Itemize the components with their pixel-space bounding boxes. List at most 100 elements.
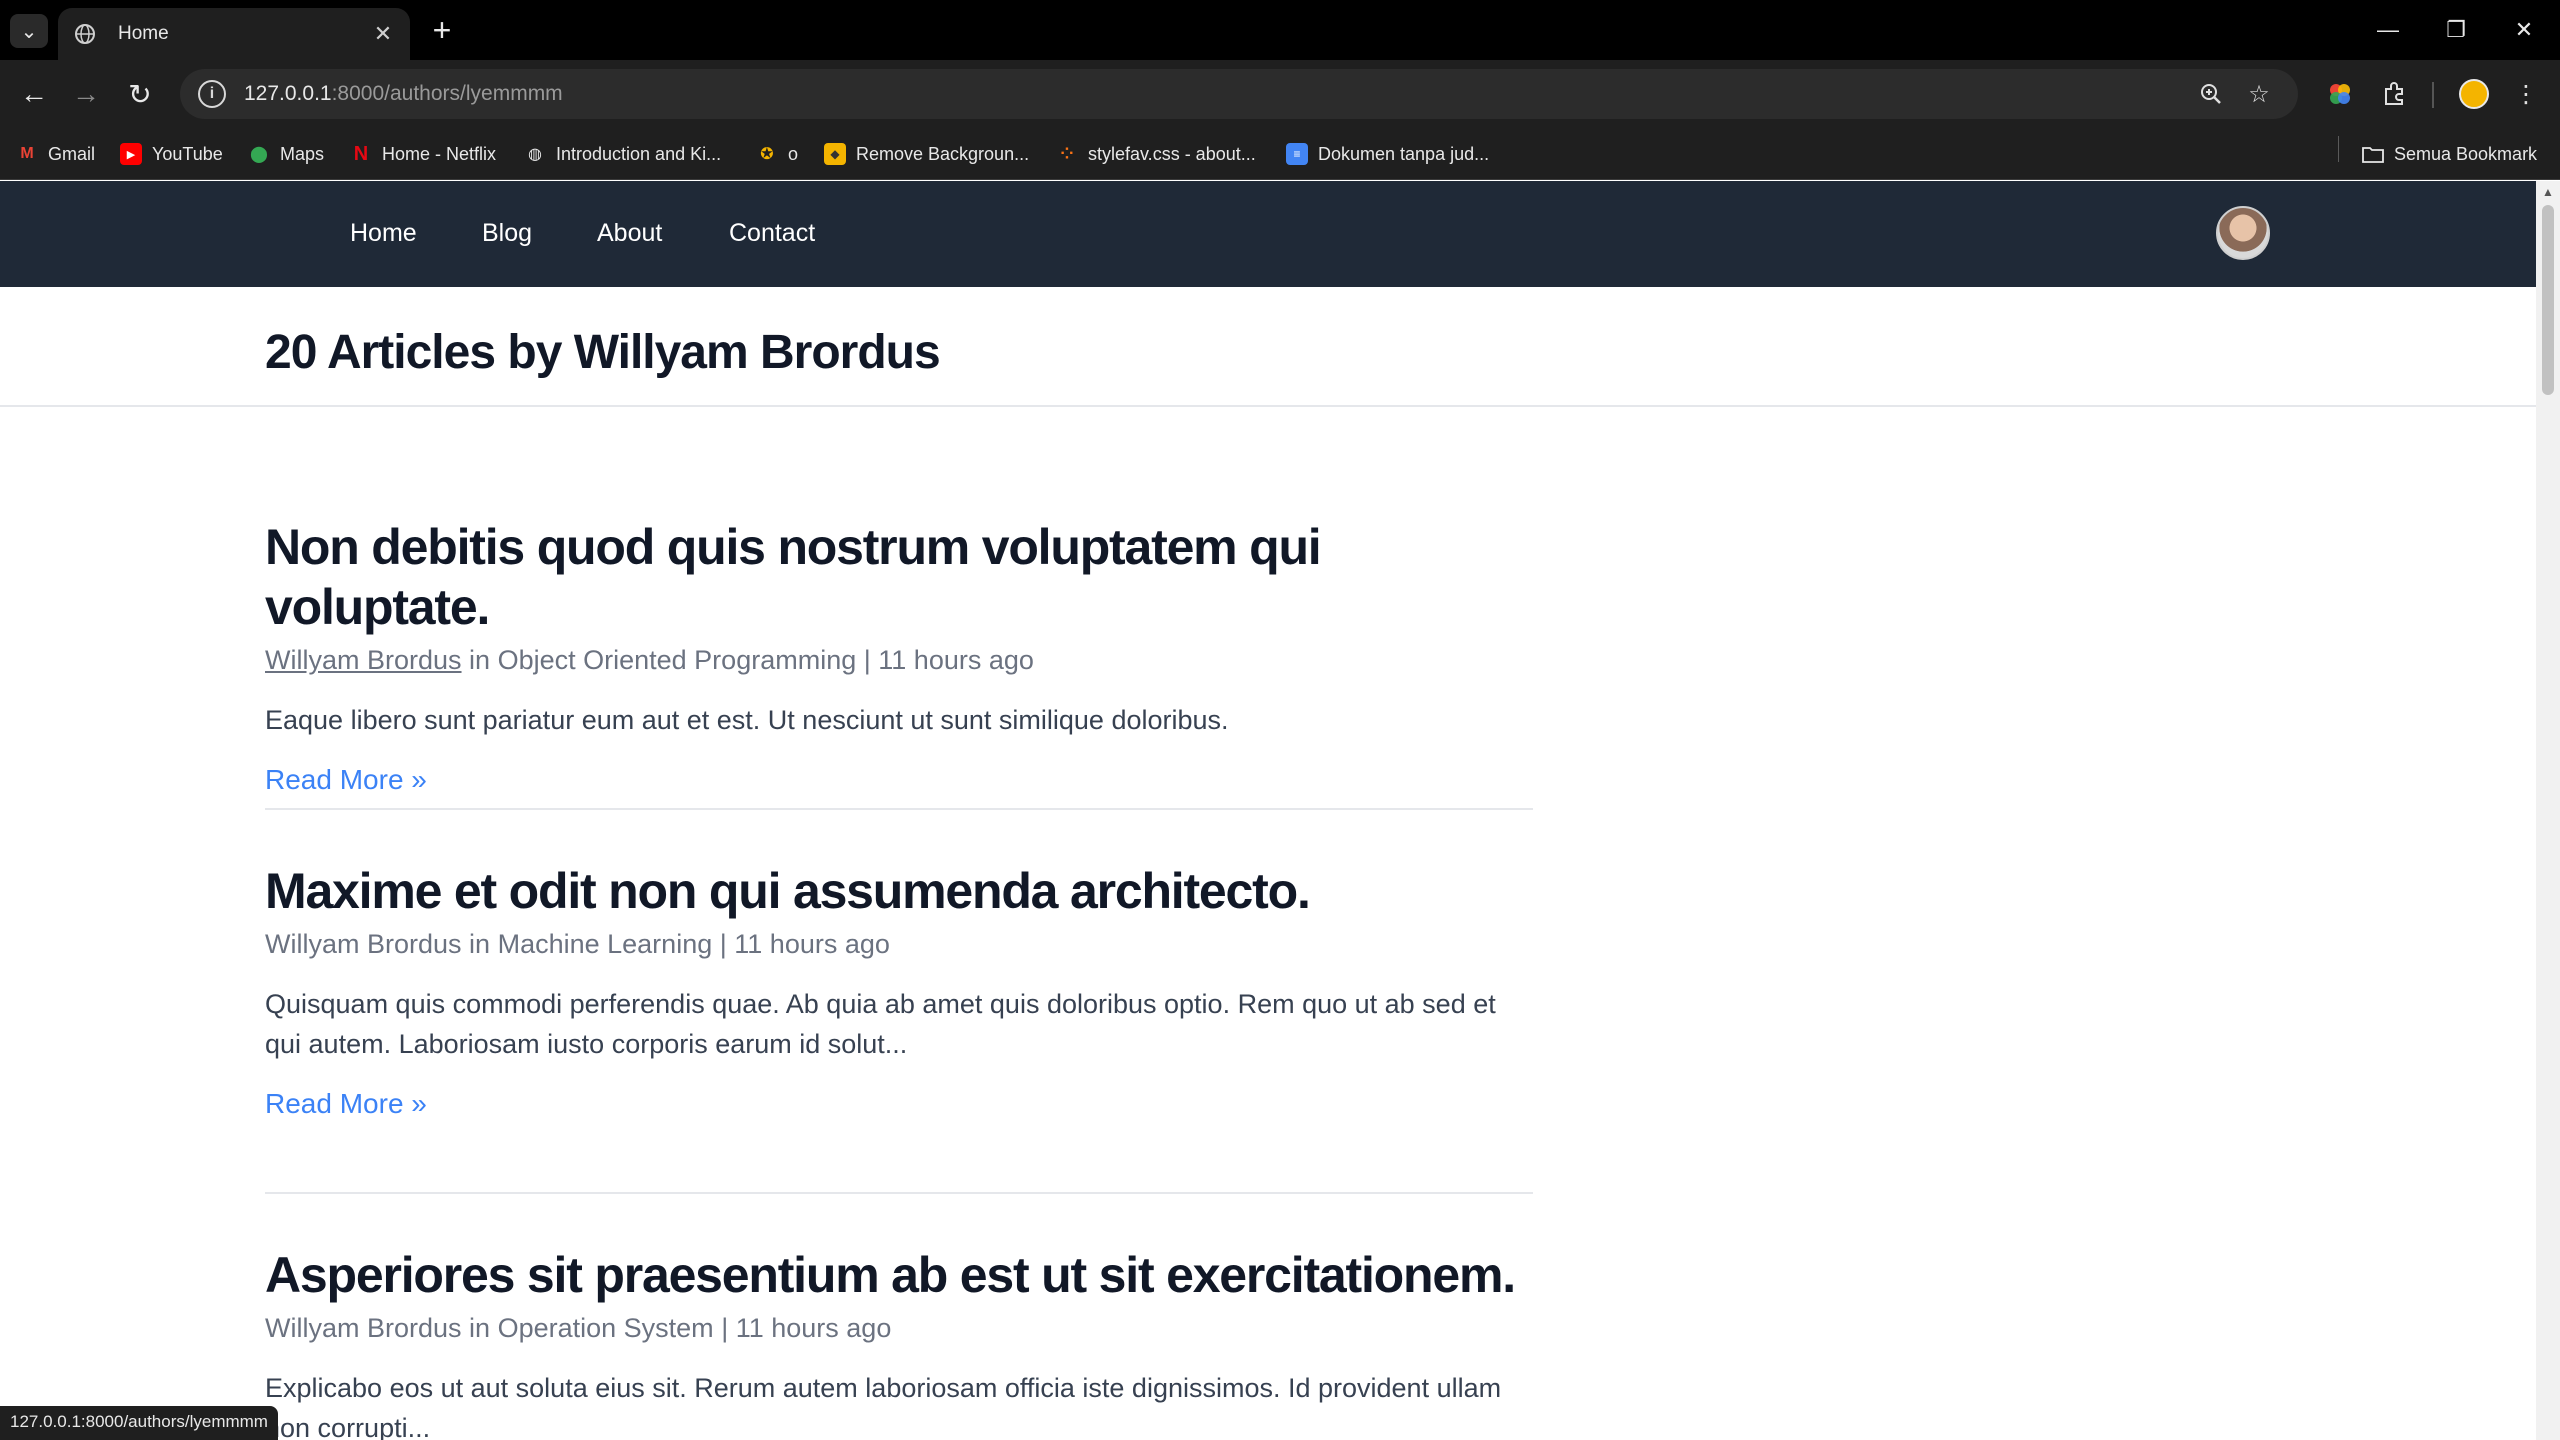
meta-separator: | [719, 929, 727, 959]
article-title[interactable]: Asperiores sit praesentium ab est ut sit… [265, 1245, 1533, 1305]
browser-tab[interactable]: Home ✕ [58, 8, 410, 60]
extensions-puzzle-icon[interactable] [2378, 78, 2410, 110]
meta-in: in [469, 1313, 491, 1343]
netflix-icon: N [353, 142, 369, 165]
back-button[interactable]: ← [14, 74, 54, 114]
minimize-button[interactable]: — [2362, 12, 2414, 48]
page-scrollbar[interactable]: ▲ [2536, 181, 2560, 1440]
bookmark-label: YouTube [152, 143, 223, 164]
article-divider [265, 808, 1533, 810]
site-info-icon[interactable]: i [198, 80, 226, 108]
meta-in: in [469, 645, 491, 675]
author-name[interactable]: Willyam Brordus [265, 1313, 462, 1343]
article-item: Non debitis quod quis nostrum voluptatem… [265, 517, 1533, 796]
url-path: :8000/authors/lyemmmm [331, 82, 563, 105]
article-excerpt: Quisquam quis commodi perferendis quae. … [265, 989, 1496, 1059]
bookmark-remove-background[interactable]: ◆ Remove Backgroun... [824, 140, 1029, 168]
profile-avatar-icon[interactable] [2458, 78, 2490, 110]
article-time: 11 hours ago [734, 929, 890, 959]
bookmark-gmail[interactable]: M Gmail [16, 140, 95, 168]
bookmark-stylefav[interactable]: ⁘ stylefav.css - about... [1056, 140, 1256, 168]
bookmark-o[interactable]: ✪ o [756, 140, 798, 168]
reload-button[interactable]: ↻ [120, 74, 160, 114]
docs-icon: ≡ [1286, 143, 1308, 165]
forward-button[interactable]: → [66, 74, 106, 114]
nav-about-link[interactable]: About [597, 219, 662, 248]
close-tab-icon[interactable]: ✕ [370, 21, 396, 47]
read-more-link[interactable]: Read More » [265, 1088, 427, 1120]
article-divider [265, 1192, 1533, 1194]
article-meta: Willyam Brordus in Operation System | 11… [265, 1313, 1533, 1344]
color-extension-icon[interactable] [2324, 78, 2356, 110]
author-link[interactable]: Willyam Brordus [265, 645, 462, 675]
meta-separator: | [863, 645, 871, 675]
remove-bg-icon: ◆ [824, 143, 846, 165]
zoom-icon[interactable] [2196, 79, 2226, 109]
author-header: 20 Articles by Willyam Brordus [0, 287, 2536, 407]
bookmark-star-icon[interactable]: ☆ [2244, 79, 2274, 109]
user-avatar[interactable] [2216, 206, 2270, 260]
maps-icon: ⬤ [250, 146, 268, 163]
bookmark-maps[interactable]: ⬤ Maps [248, 140, 324, 168]
nav-contact-link[interactable]: Contact [729, 219, 815, 248]
bookmarks-divider [2338, 136, 2339, 162]
page-title: 20 Articles by Willyam Brordus [265, 326, 941, 379]
web-page: Home Blog About Contact 20 Articles by W… [0, 181, 2536, 1440]
article-time: 11 hours ago [878, 645, 1034, 675]
new-tab-button[interactable]: + [424, 12, 460, 48]
article-item: Asperiores sit praesentium ab est ut sit… [265, 1245, 1533, 1440]
bookmark-label: Dokumen tanpa jud... [1318, 143, 1490, 164]
bookmark-label: stylefav.css - about... [1088, 143, 1256, 164]
nav-blog-link[interactable]: Blog [482, 219, 532, 248]
author-name[interactable]: Willyam Brordus [265, 929, 462, 959]
browser-toolbar: ← → ↻ i 127.0.0.1:8000/authors/lyemmmm ☆… [0, 60, 2560, 128]
youtube-icon: ▶ [120, 143, 142, 165]
globe-icon: ◍ [528, 146, 542, 163]
article-item: Maxime et odit non qui assumenda archite… [265, 861, 1533, 1120]
article-excerpt: Eaque libero sunt pariatur eum aut et es… [265, 705, 1229, 735]
site-icon: ✪ [760, 146, 774, 163]
all-bookmarks-label: Semua Bookmark [2394, 143, 2538, 164]
bookmark-introduction[interactable]: ◍ Introduction and Ki... [524, 140, 721, 168]
globe-icon [72, 21, 98, 47]
close-window-button[interactable]: ✕ [2498, 12, 2550, 48]
article-title[interactable]: Non debitis quod quis nostrum voluptatem… [265, 517, 1533, 637]
code-icon: ⁘ [1060, 146, 1074, 163]
nav-home-link[interactable]: Home [350, 219, 417, 248]
gmail-icon: M [20, 145, 34, 162]
bookmarks-bar: M Gmail ▶ YouTube ⬤ Maps N Home - Netflix ◍ I… [0, 128, 2560, 180]
bookmark-label: Home - Netflix [382, 143, 497, 164]
article-category[interactable]: Machine Learning [498, 929, 713, 959]
toolbar-divider [2432, 82, 2434, 108]
article-excerpt: Explicabo eos ut aut soluta eius sit. Re… [265, 1373, 1502, 1440]
article-category[interactable]: Object Oriented Programming [498, 645, 857, 675]
article-time: 11 hours ago [735, 1313, 892, 1343]
bookmark-netflix[interactable]: N Home - Netflix [350, 140, 496, 168]
bookmark-label: Remove Backgroun... [856, 143, 1030, 164]
bookmark-dokumen[interactable]: ≡ Dokumen tanpa jud... [1286, 140, 1489, 168]
article-title[interactable]: Maxime et odit non qui assumenda archite… [265, 861, 1533, 921]
site-navbar: Home Blog About Contact [0, 181, 2536, 287]
folder-icon [2362, 143, 2384, 165]
article-category[interactable]: Operation System [498, 1313, 714, 1343]
scrollbar-thumb[interactable] [2542, 205, 2554, 395]
restore-button[interactable]: ❐ [2430, 12, 2482, 48]
bookmark-youtube[interactable]: ▶ YouTube [120, 140, 223, 168]
chevron-down-icon: ⌄ [20, 20, 38, 43]
bookmark-label: Gmail [48, 143, 96, 164]
browser-titlebar: ⌄ Home ✕ + — ❐ ✕ [0, 0, 2560, 60]
read-more-link[interactable]: Read More » [265, 764, 427, 796]
address-bar[interactable]: i 127.0.0.1:8000/authors/lyemmmm ☆ [180, 69, 2298, 119]
article-meta: Willyam Brordus in Machine Learning | 11… [265, 929, 1533, 960]
bookmark-label: o [788, 143, 799, 164]
menu-kebab-icon[interactable]: ⋮ [2510, 78, 2542, 110]
tab-search-button[interactable]: ⌄ [10, 14, 48, 48]
meta-in: in [469, 929, 491, 959]
url-host: 127.0.0.1 [244, 82, 332, 105]
bookmark-label: Introduction and Ki... [556, 143, 722, 164]
tab-title: Home [118, 23, 169, 44]
all-bookmarks-folder[interactable]: Semua Bookmark [2362, 140, 2537, 168]
meta-separator: | [721, 1313, 729, 1343]
bookmark-label: Maps [280, 143, 325, 164]
scroll-up-icon[interactable]: ▲ [2542, 185, 2554, 199]
